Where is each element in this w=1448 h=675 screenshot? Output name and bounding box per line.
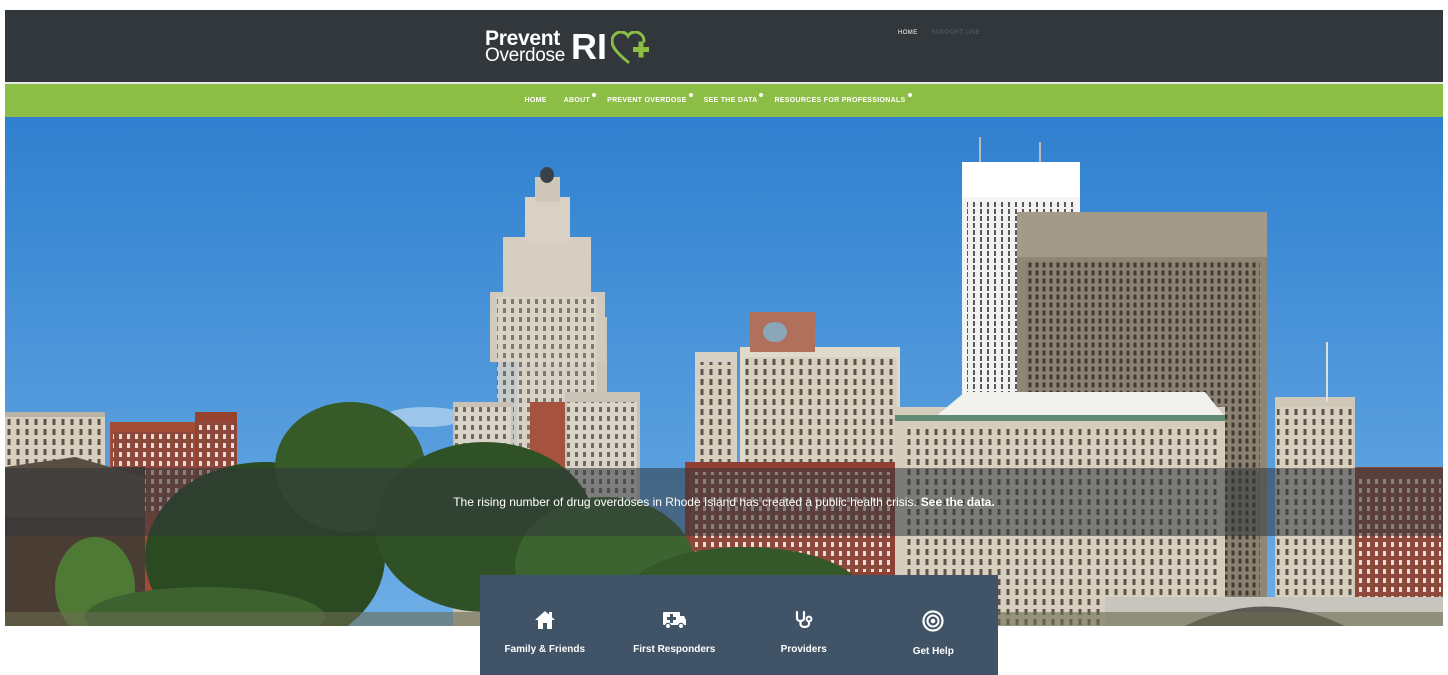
audience-first-responders[interactable]: First Responders — [610, 575, 740, 675]
submenu-dot-icon — [759, 93, 764, 97]
hero-section: The rising number of drug overdoses in R… — [5, 117, 1443, 626]
home-icon — [534, 611, 555, 629]
see-the-data-link[interactable]: See the data. — [921, 495, 995, 509]
logo-ri: RI — [570, 26, 607, 67]
submenu-dot-icon — [592, 93, 597, 97]
submenu-dot-icon — [907, 93, 912, 97]
nav-item-see-the-data[interactable]: SEE THE DATA — [704, 93, 764, 104]
stethoscope-icon — [795, 610, 813, 629]
ambulance-icon — [663, 612, 687, 630]
audience-label: Family & Friends — [504, 644, 586, 655]
audience-panel: Family & Friends First Responders Provid… — [480, 575, 998, 675]
utility-nav: HOME SUPPORT LINE — [898, 30, 980, 36]
nav-item-about[interactable]: ABOUT — [564, 93, 597, 104]
site-logo[interactable]: Prevent Overdose RI — [485, 26, 651, 68]
audience-get-help[interactable]: Get Help — [869, 575, 999, 675]
audience-label: Providers — [780, 644, 827, 655]
nav-item-home[interactable]: HOME — [525, 97, 547, 104]
hero-message: The rising number of drug overdoses in R… — [453, 495, 917, 509]
submenu-dot-icon — [688, 93, 693, 97]
util-link-support-line[interactable]: SUPPORT LINE — [932, 30, 981, 36]
nav-item-resources-for-professionals[interactable]: RESOURCES FOR PROFESSIONALS — [774, 93, 912, 104]
main-nav: HOME ABOUT PREVENT OVERDOSE SEE THE DATA… — [5, 84, 1443, 117]
page-frame: Prevent Overdose RI HOME SUPPORT LINE HO… — [5, 10, 1443, 675]
target-icon — [922, 610, 944, 632]
audience-providers[interactable]: Providers — [739, 575, 869, 675]
heart-plus-icon — [610, 31, 649, 64]
logo-wordmark: Prevent Overdose — [485, 28, 565, 66]
nav-item-prevent-overdose[interactable]: PREVENT OVERDOSE — [607, 93, 693, 104]
audience-label: First Responders — [633, 644, 716, 655]
util-link-home[interactable]: HOME — [898, 30, 918, 36]
logo-line-overdose: Overdose — [485, 44, 565, 66]
audience-family-friends[interactable]: Family & Friends — [480, 575, 610, 675]
hero-skyline-image — [5, 117, 1443, 626]
site-header: Prevent Overdose RI HOME SUPPORT LINE — [5, 10, 1443, 84]
hero-message-banner: The rising number of drug overdoses in R… — [5, 468, 1443, 536]
audience-label: Get Help — [912, 646, 954, 657]
